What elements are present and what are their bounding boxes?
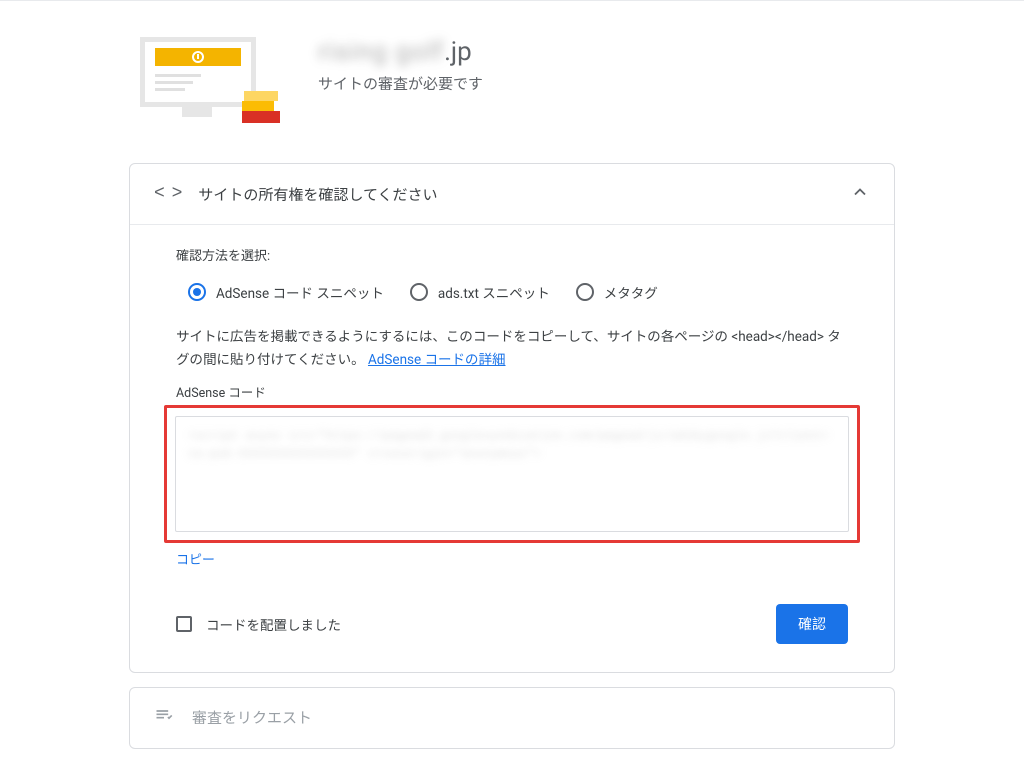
site-subtitle: サイトの審査が必要です bbox=[318, 73, 483, 94]
radio-label: メタタグ bbox=[604, 282, 658, 302]
radio-meta-tag[interactable]: メタタグ bbox=[576, 282, 658, 302]
radio-icon bbox=[188, 283, 206, 301]
radio-label: AdSense コード スニペット bbox=[216, 282, 384, 302]
ownership-card-body: 確認方法を選択: AdSense コード スニペット ads.txt スニペット… bbox=[130, 224, 894, 672]
confirm-button[interactable]: 確認 bbox=[776, 604, 848, 644]
adsense-code-textarea[interactable]: <script async src="https://pagead2.googl… bbox=[175, 416, 849, 532]
radio-label: ads.txt スニペット bbox=[438, 282, 550, 302]
header-title-block: rising golf.jp サイトの審査が必要です bbox=[318, 37, 483, 94]
ownership-verification-card: < > サイトの所有権を確認してください 確認方法を選択: AdSense コー… bbox=[129, 163, 895, 673]
request-review-title: 審査をリクエスト bbox=[192, 707, 312, 728]
instruction-text: サイトに広告を掲載できるようにするには、このコードをコピーして、サイトの各ページ… bbox=[176, 326, 848, 372]
radio-icon bbox=[410, 283, 428, 301]
code-field-label: AdSense コード bbox=[176, 382, 848, 401]
method-select-label: 確認方法を選択: bbox=[176, 245, 848, 264]
site-domain-title: rising golf.jp bbox=[318, 37, 483, 67]
request-review-row[interactable]: 審査をリクエスト bbox=[130, 688, 894, 748]
code-placed-checkbox-wrap[interactable]: コードを配置しました bbox=[176, 614, 341, 634]
adsense-code-content: <script async src="https://pagead2.googl… bbox=[188, 427, 836, 463]
code-highlight-box: <script async src="https://pagead2.googl… bbox=[164, 405, 860, 543]
method-radio-group: AdSense コード スニペット ads.txt スニペット メタタグ bbox=[188, 282, 848, 302]
adsense-code-details-link[interactable]: AdSense コードの詳細 bbox=[368, 352, 506, 368]
chevron-up-icon bbox=[850, 182, 870, 206]
document-check-icon bbox=[154, 706, 174, 730]
page-header: rising golf.jp サイトの審査が必要です bbox=[0, 1, 1024, 143]
checkbox-label: コードを配置しました bbox=[206, 614, 341, 634]
checkbox-icon bbox=[176, 616, 192, 632]
radio-adsense-snippet[interactable]: AdSense コード スニペット bbox=[188, 282, 384, 302]
radio-ads-txt-snippet[interactable]: ads.txt スニペット bbox=[410, 282, 550, 302]
request-review-card: 審査をリクエスト bbox=[129, 687, 895, 749]
radio-icon bbox=[576, 283, 594, 301]
ownership-card-title: サイトの所有権を確認してください bbox=[198, 184, 832, 205]
header-illustration bbox=[130, 37, 280, 123]
copy-button[interactable]: コピー bbox=[176, 549, 215, 568]
ownership-card-header[interactable]: < > サイトの所有権を確認してください bbox=[130, 164, 894, 224]
code-icon: < > bbox=[154, 184, 180, 204]
card-bottom-row: コードを配置しました 確認 bbox=[176, 604, 848, 644]
